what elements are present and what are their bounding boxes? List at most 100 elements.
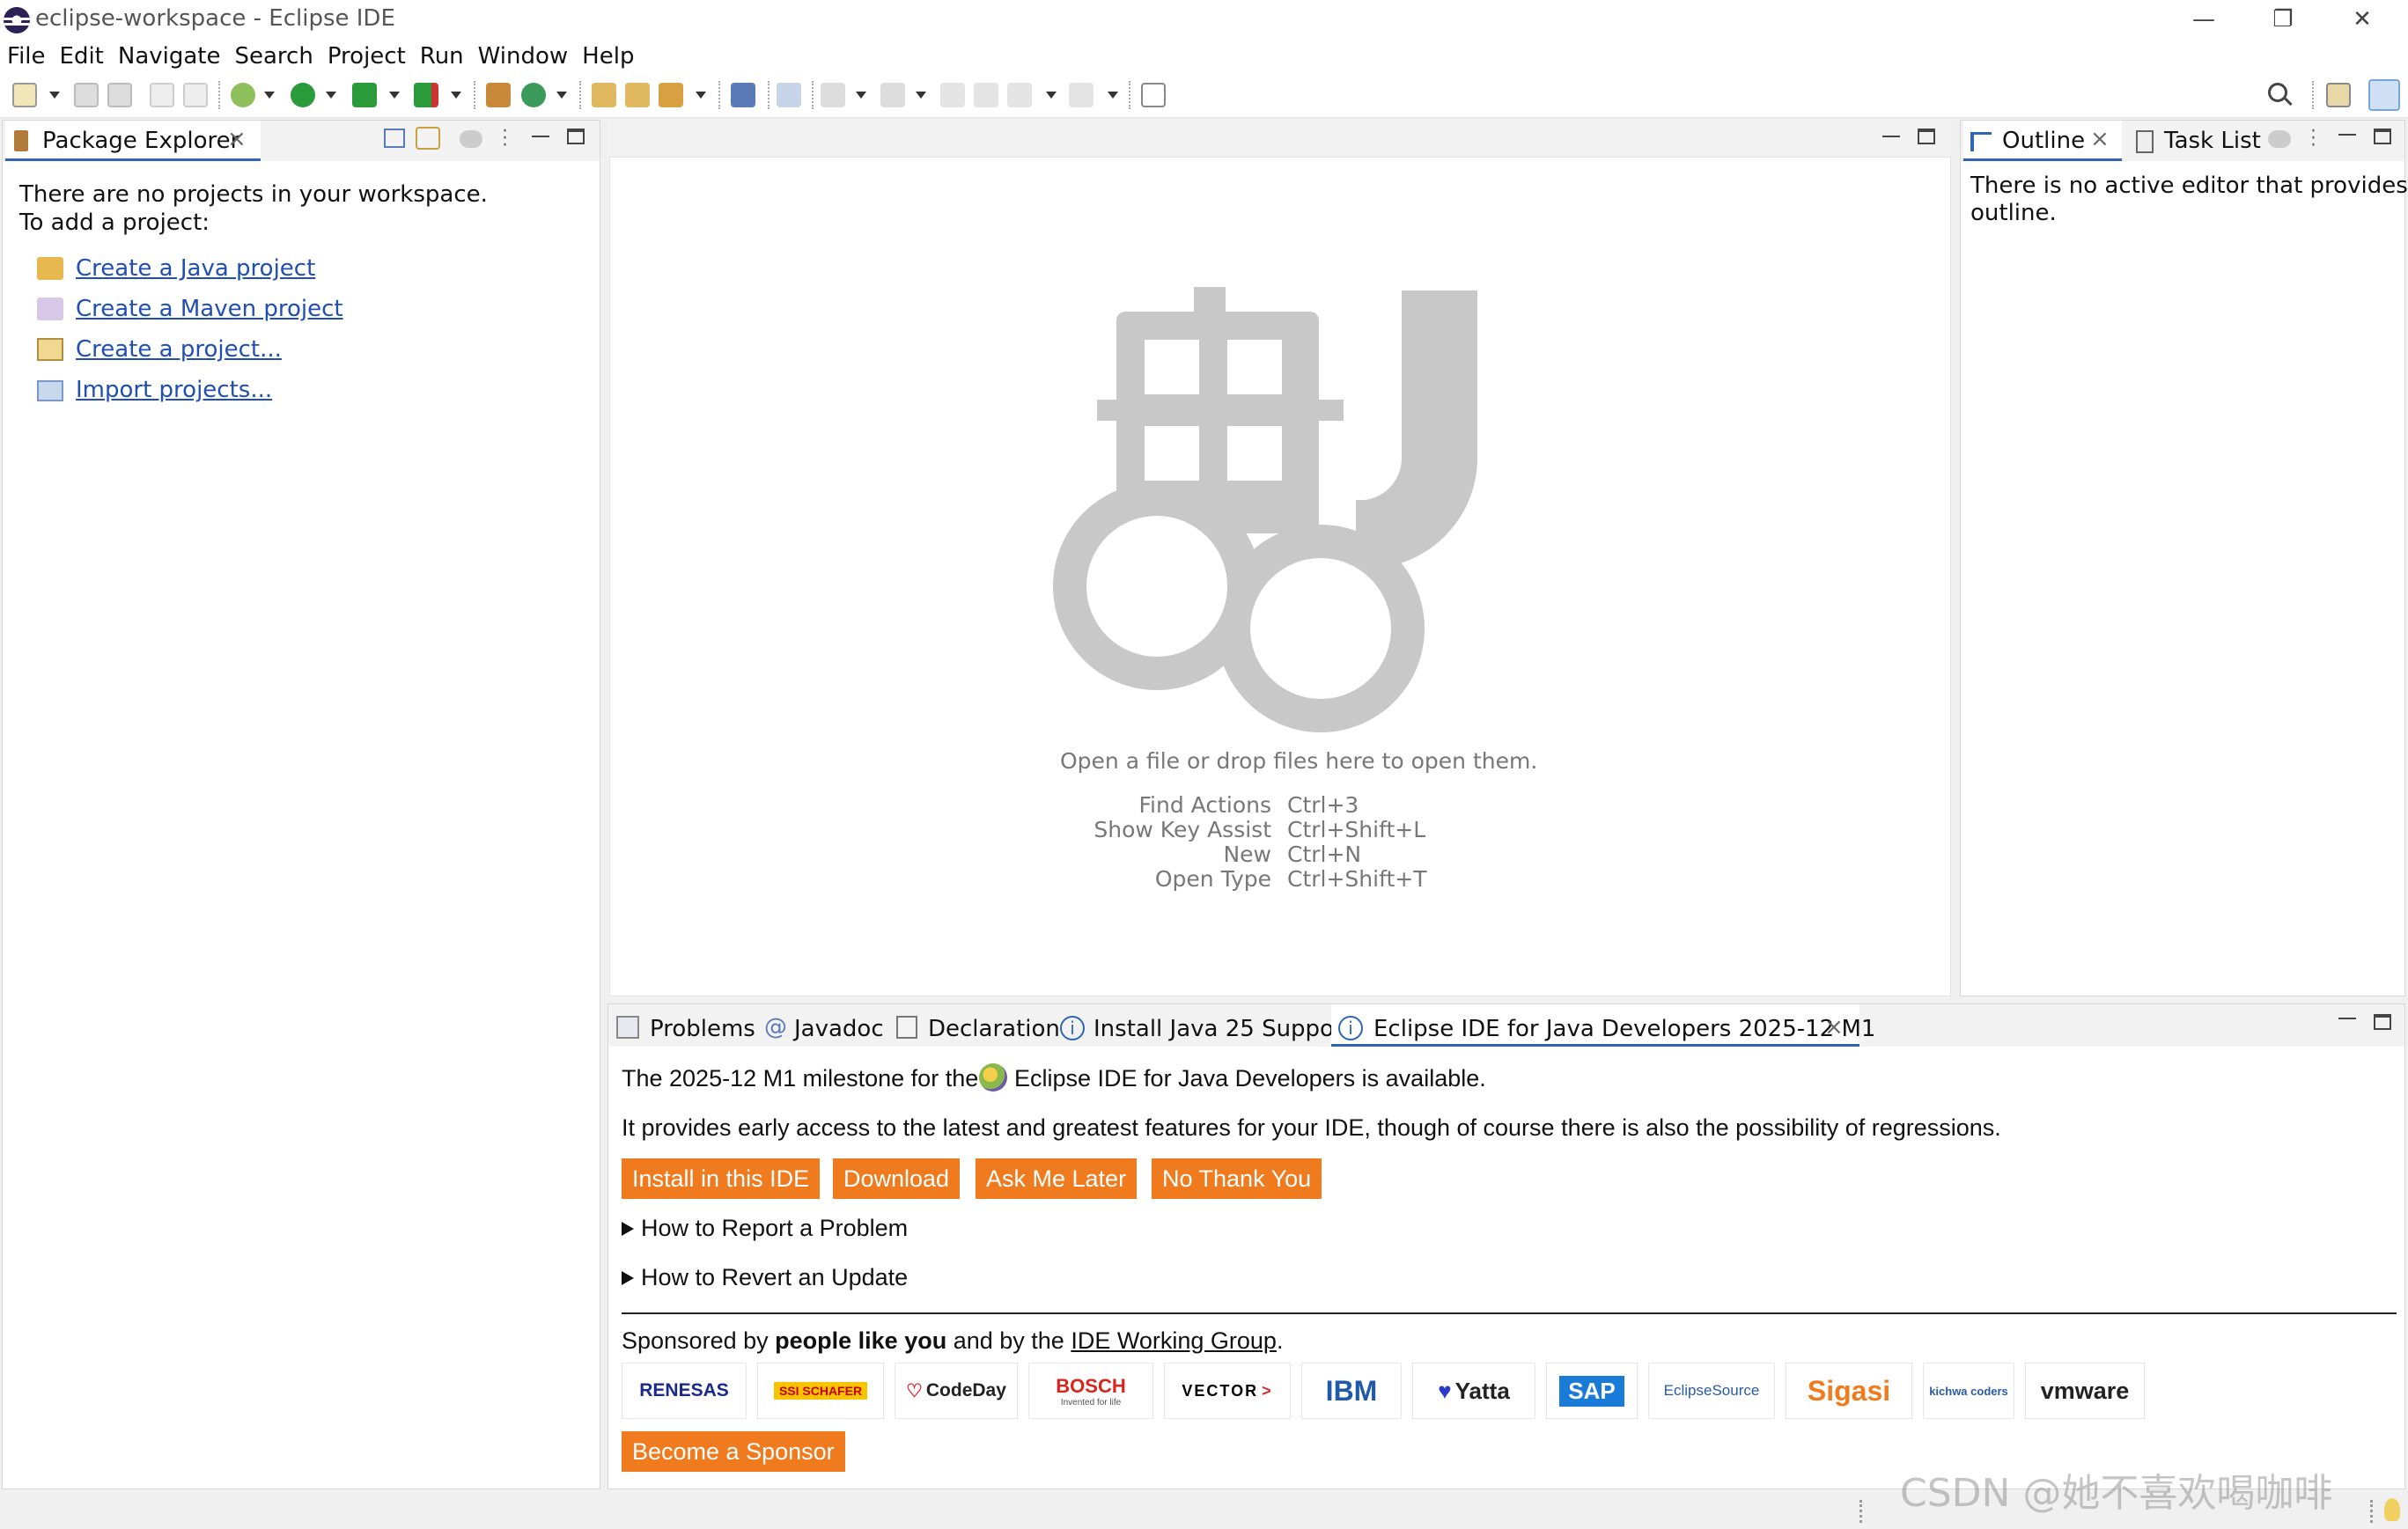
task-list-icon[interactable] [2136, 130, 2154, 153]
last-edit-location-icon[interactable] [940, 83, 965, 107]
chevron-down-icon[interactable] [326, 92, 336, 99]
minimize-view-icon[interactable] [532, 136, 549, 137]
chevron-down-icon[interactable] [264, 92, 275, 99]
focus-icon[interactable] [2268, 130, 2291, 148]
open-resource-icon[interactable] [625, 83, 650, 107]
chevron-down-icon[interactable] [389, 92, 400, 99]
chevron-down-icon[interactable] [856, 92, 866, 99]
maximize-view-icon[interactable] [2374, 129, 2391, 144]
external-tools-icon[interactable] [414, 83, 438, 107]
sponsor-logo-ssi-schafer[interactable]: SSI SCHAFER [757, 1363, 884, 1419]
minimize-button[interactable]: — [2164, 0, 2243, 39]
menu-window[interactable]: Window [471, 39, 576, 72]
view-menu-icon[interactable]: · · · [502, 122, 508, 156]
chevron-down-icon[interactable] [556, 92, 567, 99]
new-java-class-icon[interactable] [521, 83, 546, 107]
back-icon[interactable] [974, 83, 998, 107]
sponsor-logo-vector[interactable]: VECTOR > [1164, 1363, 1291, 1419]
debug-icon[interactable] [231, 83, 255, 107]
sponsor-logo-ibm[interactable]: IBM [1301, 1363, 1402, 1419]
toolbar-separator [2312, 81, 2314, 109]
link-with-editor-icon[interactable] [416, 127, 440, 150]
maximize-editor-icon[interactable] [1918, 129, 1935, 144]
java-perspective-icon[interactable] [2368, 79, 2400, 111]
chevron-down-icon[interactable] [1046, 92, 1057, 99]
ask-me-later-button[interactable]: Ask Me Later [976, 1158, 1138, 1199]
focus-active-task-icon[interactable] [460, 130, 482, 148]
import-projects-link[interactable]: Import projects... [76, 377, 272, 403]
tab-install-java-25[interactable]: Install Java 25 Support [1094, 1016, 1352, 1042]
chevron-down-icon[interactable] [696, 92, 706, 99]
tab-declaration[interactable]: Declaration [928, 1016, 1060, 1042]
report-problem-expander[interactable]: How to Report a Problem [641, 1215, 908, 1242]
maximize-view-icon[interactable] [567, 129, 585, 144]
view-menu-icon[interactable]: · · · [2310, 122, 2316, 156]
close-window-button[interactable]: ✕ [2323, 0, 2402, 39]
close-icon[interactable]: × [2090, 126, 2110, 152]
tab-problems[interactable]: Problems [650, 1016, 755, 1042]
revert-update-expander[interactable]: How to Revert an Update [641, 1264, 908, 1291]
chevron-down-icon[interactable] [49, 92, 60, 99]
sponsor-logo-renesas[interactable]: RENESAS [622, 1363, 747, 1419]
menu-run[interactable]: Run [413, 39, 471, 72]
back-arrow-icon[interactable] [1007, 83, 1032, 107]
sponsor-logo-bosch[interactable]: BOSCH Invented for life [1028, 1363, 1153, 1419]
download-button[interactable]: Download [833, 1158, 961, 1199]
expand-arrow-icon[interactable] [622, 1222, 634, 1236]
coverage-icon[interactable] [352, 83, 377, 107]
previous-annotation-icon[interactable] [880, 83, 905, 107]
chevron-down-icon[interactable] [451, 92, 461, 99]
become-sponsor-button[interactable]: Become a Sponsor [622, 1431, 845, 1472]
new-wizard-icon[interactable] [12, 83, 37, 107]
watermark-text: CSDN @她不喜欢喝咖啡 [1900, 1471, 2333, 1516]
run-icon[interactable] [291, 83, 315, 107]
tab-task-list-label[interactable]: Task List [2164, 128, 2261, 154]
pin-editor-icon[interactable] [1141, 83, 1166, 107]
create-java-project-link[interactable]: Create a Java project [76, 255, 315, 282]
lightbulb-icon[interactable] [2384, 1498, 2400, 1521]
no-thank-you-button[interactable]: No Thank You [1152, 1158, 1322, 1199]
close-icon[interactable]: × [227, 126, 247, 152]
menu-help[interactable]: Help [575, 39, 641, 72]
create-maven-project-link[interactable]: Create a Maven project [76, 296, 343, 322]
chevron-down-icon[interactable] [916, 92, 926, 99]
expand-arrow-icon[interactable] [622, 1271, 634, 1285]
redo-icon[interactable] [183, 83, 208, 107]
sponsor-logo-yatta[interactable]: ♥ Yatta [1412, 1363, 1535, 1419]
menu-project[interactable]: Project [320, 39, 413, 72]
chevron-down-icon[interactable] [1108, 92, 1118, 99]
open-perspective-icon[interactable] [2326, 83, 2351, 107]
sponsor-logo-sigasi[interactable]: Sigasi [1786, 1363, 1912, 1419]
sponsor-logo-kichwa-coders[interactable]: kichwa coders [1923, 1363, 2014, 1419]
install-in-ide-button[interactable]: Install in this IDE [622, 1158, 821, 1199]
sponsor-logo-sap[interactable]: SAP [1546, 1363, 1638, 1419]
save-all-icon[interactable] [107, 83, 132, 107]
forward-arrow-icon[interactable] [1069, 83, 1094, 107]
create-project-link[interactable]: Create a project... [76, 336, 282, 363]
sponsor-logo-eclipsesource[interactable]: EclipseSource [1648, 1363, 1775, 1419]
editor-placeholder-logo-icon [1053, 287, 1477, 732]
close-icon[interactable]: × [1824, 1014, 1844, 1040]
terminal-icon[interactable] [731, 83, 755, 107]
ide-working-group-link[interactable]: IDE Working Group [1071, 1327, 1277, 1354]
menu-search[interactable]: Search [228, 39, 320, 72]
sponsor-logo-codeday[interactable]: ♡ CodeDay [895, 1363, 1018, 1419]
restore-button[interactable]: ❐ [2243, 0, 2323, 39]
collapse-all-icon[interactable] [384, 129, 405, 148]
maximize-view-icon[interactable] [2374, 1014, 2391, 1030]
sponsor-logo-vmware[interactable]: vmware [2025, 1363, 2145, 1419]
next-annotation-icon[interactable] [821, 83, 845, 107]
search-flashlight-icon[interactable] [659, 83, 683, 107]
menu-navigate[interactable]: Navigate [111, 39, 228, 72]
save-icon[interactable] [74, 83, 99, 107]
new-java-package-icon[interactable] [486, 83, 511, 107]
undo-icon[interactable] [150, 83, 174, 107]
menu-file[interactable]: File [0, 39, 53, 72]
minimize-editor-icon[interactable] [1882, 136, 1900, 137]
minimize-view-icon[interactable] [2338, 1018, 2356, 1019]
toggle-breadcrumb-icon[interactable] [777, 83, 801, 107]
menu-edit[interactable]: Edit [53, 39, 111, 72]
minimize-view-icon[interactable] [2338, 134, 2356, 136]
open-type-icon[interactable] [592, 83, 616, 107]
tab-javadoc[interactable]: Javadoc [794, 1016, 884, 1042]
